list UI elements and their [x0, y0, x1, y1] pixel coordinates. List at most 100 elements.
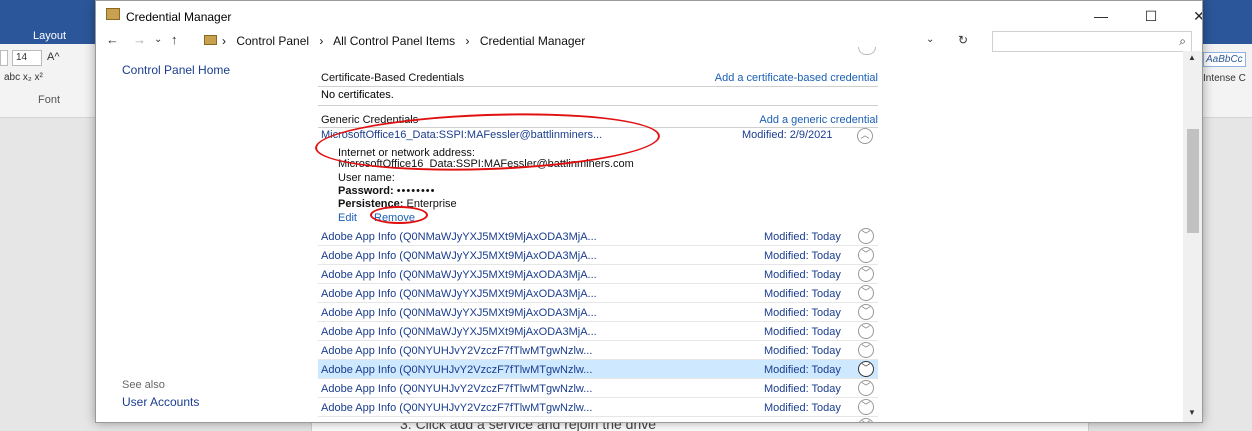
credential-row[interactable]: Adobe App Info (Q0NMaWJyYXJ5MXt9MjAxODA3… [318, 284, 878, 303]
credentials-pane: Certificate-Based Credentials Add a cert… [318, 47, 883, 422]
control-panel-home-link[interactable]: Control Panel Home [122, 63, 230, 77]
breadcrumb-separator: › [222, 34, 226, 48]
username-label: User name: [338, 172, 395, 184]
close-button[interactable]: ✕ [1179, 3, 1202, 29]
control-panel-icon [106, 8, 120, 20]
credential-manager-window: Credential Manager — ☐ ✕ ← → ⌄ ↑ › Contr… [95, 0, 1203, 423]
expand-chevron-icon[interactable]: ﹀ [858, 361, 874, 377]
breadcrumb-all-items[interactable]: All Control Panel Items [333, 34, 455, 48]
persistence-value: Enterprise [406, 198, 457, 210]
breadcrumb-control-panel[interactable]: Control Panel [236, 34, 309, 48]
refresh-icon[interactable]: ↻ [958, 33, 968, 47]
window-title: Credential Manager [126, 10, 232, 24]
maximize-button[interactable]: ☐ [1131, 3, 1171, 29]
credential-name[interactable]: Adobe App Info (Q0NMaWJyYXJ5MXt9MjAxODA3… [321, 326, 597, 338]
expand-chevron-icon[interactable]: ﹀ [858, 342, 874, 358]
up-arrow-icon[interactable]: ↑ [171, 32, 178, 47]
address-path[interactable]: › Control Panel › All Control Panel Item… [200, 31, 943, 51]
credential-list: Adobe App Info (Q0NMaWJyYXJ5MXt9MjAxODA3… [318, 227, 878, 422]
expand-chevron-icon[interactable]: ﹀ [858, 418, 874, 422]
credential-row[interactable]: Adobe App Info (Q0NMaWJyYXJ5MXt9MjAxODA3… [318, 265, 878, 284]
credential-modified: Modified: Today [764, 250, 841, 262]
expand-chevron-icon[interactable]: ﹀ [858, 266, 874, 282]
user-accounts-link[interactable]: User Accounts [122, 395, 199, 409]
password-row: Password: •••••••• [338, 185, 436, 197]
credential-name[interactable]: Adobe App Info (Q0NYUHJvY2VzczF7fTlwMTgw… [321, 402, 592, 414]
credential-modified: Modified: Today [764, 383, 841, 395]
expanded-credential-name[interactable]: MicrosoftOffice16_Data:SSPI:MAFessler@ba… [321, 129, 602, 141]
add-certificate-credential-link[interactable]: Add a certificate-based credential [715, 72, 878, 84]
credential-modified: Modified: Today [764, 364, 841, 376]
credential-row[interactable]: Adobe App Info (Q0NMaWJyYXJ5MXt9MjAxODA3… [318, 303, 878, 322]
credential-name[interactable]: Adobe App Info (Q0NMaWJyYXJ5MXt9MjAxODA3… [321, 231, 597, 243]
grow-font-icon[interactable]: A^ [47, 51, 60, 63]
address-dropdown-icon[interactable]: ⌄ [926, 34, 934, 45]
minimize-button[interactable]: — [1081, 3, 1121, 29]
credential-name[interactable]: Adobe App Info (Q0NYUHJvY2VzczF7fTlwMTgw… [321, 383, 592, 395]
credential-modified: Modified: Today [764, 269, 841, 281]
credential-row[interactable]: Adobe App Info (Q0NYUHJvY2VzczF7fTlwMTgw… [318, 341, 878, 360]
font-name-box[interactable] [0, 50, 8, 66]
expand-chevron-icon[interactable]: ﹀ [858, 228, 874, 244]
expand-chevron-icon[interactable]: ﹀ [858, 380, 874, 396]
styles-gallery[interactable]: AaBbCc Intense C [1203, 52, 1246, 84]
title-bar: Credential Manager — ☐ ✕ [96, 1, 1202, 31]
credential-name[interactable]: Adobe App Info (Q0NYUHJvY2VzczF7fTlwMTgw… [321, 345, 592, 357]
generic-credentials-heading: Generic Credentials [321, 114, 419, 126]
folder-icon [204, 35, 217, 45]
scrollbar-thumb[interactable] [1187, 129, 1199, 233]
breadcrumb-credential-manager[interactable]: Credential Manager [480, 34, 585, 48]
expand-chevron-icon[interactable]: ﹀ [858, 323, 874, 339]
style-intense[interactable]: Intense C [1203, 73, 1246, 84]
search-icon[interactable]: ⌕ [1179, 34, 1186, 49]
address-value: MicrosoftOffice16_Data:SSPI:MAFessler@ba… [338, 158, 634, 170]
left-pane: Control Panel Home See also User Account… [96, 51, 301, 422]
style-normal[interactable]: AaBbCc [1203, 52, 1246, 67]
credential-modified: Modified: Today [764, 421, 841, 422]
font-group-label: Font [38, 94, 61, 106]
persistence-row: Persistence: Enterprise [338, 198, 457, 210]
credential-row[interactable]: Adobe App Info (Q0NYUHJvY2VzczF7fTlwMTgw… [318, 379, 878, 398]
credential-modified: Modified: Today [764, 288, 841, 300]
breadcrumb-separator: › [319, 34, 324, 48]
credential-row[interactable]: Adobe App Info (Q0NYUHJvY2VzczF7fTlwMTgw… [318, 398, 878, 417]
credential-name[interactable]: Adobe App Info (Q0NMaWJyYXJ5MXt9MjAxODA3… [321, 269, 597, 281]
breadcrumb: › Control Panel › All Control Panel Item… [222, 34, 592, 48]
see-also-label: See also [122, 379, 165, 391]
scroll-up-icon[interactable]: ▲ [1188, 53, 1196, 62]
back-arrow-icon[interactable]: ← [106, 32, 119, 47]
address-bar: ← → ⌄ ↑ › Control Panel › All Control Pa… [96, 31, 1202, 52]
credential-name[interactable]: Adobe App Info (Q0NMaWJyYXJ5MXt9MjAxODA3… [321, 250, 597, 262]
font-size-box[interactable]: 14 [12, 50, 42, 66]
certificate-credentials-heading: Certificate-Based Credentials [321, 72, 465, 84]
collapse-chevron-icon[interactable]: ︿ [857, 128, 873, 144]
format-buttons[interactable]: abc x₂ x² [4, 72, 43, 83]
credential-modified: Modified: Today [764, 345, 841, 357]
divider [318, 86, 878, 87]
expand-chevron-icon[interactable]: ﹀ [858, 399, 874, 415]
credential-row[interactable]: Adobe App Info (Q0NMaWJyYXJ5MXt9MjAxODA3… [318, 246, 878, 265]
expand-chevron-icon[interactable]: ﹀ [858, 247, 874, 263]
vertical-scrollbar[interactable]: ▲ ▼ [1183, 51, 1202, 422]
credential-name[interactable]: Adobe App Info (Q0NYUHJvY2VzczF7fTlwMTgw… [321, 421, 592, 422]
recent-locations-icon[interactable]: ⌄ [154, 34, 162, 45]
credential-modified: Modified: Today [764, 402, 841, 414]
word-tab-layout[interactable]: Layout [33, 30, 66, 42]
search-input[interactable]: ⌕ [992, 31, 1192, 52]
forward-arrow-icon[interactable]: → [133, 32, 146, 47]
expand-chevron-icon[interactable]: ﹀ [858, 304, 874, 320]
credential-row[interactable]: Adobe App Info (Q0NMaWJyYXJ5MXt9MjAxODA3… [318, 227, 878, 246]
credential-row[interactable]: Adobe App Info (Q0NYUHJvY2VzczF7fTlwMTgw… [318, 360, 878, 379]
add-generic-credential-link[interactable]: Add a generic credential [759, 114, 878, 126]
scroll-down-icon[interactable]: ▼ [1188, 408, 1196, 417]
edit-link[interactable]: Edit [338, 212, 357, 224]
expanded-credential-modified: Modified: 2/9/2021 [742, 129, 833, 141]
credential-row[interactable]: Adobe App Info (Q0NMaWJyYXJ5MXt9MjAxODA3… [318, 322, 878, 341]
credential-name[interactable]: Adobe App Info (Q0NYUHJvY2VzczF7fTlwMTgw… [321, 364, 592, 376]
password-value: •••••••• [396, 185, 436, 197]
expand-chevron-icon[interactable]: ﹀ [858, 285, 874, 301]
credential-name[interactable]: Adobe App Info (Q0NMaWJyYXJ5MXt9MjAxODA3… [321, 307, 597, 319]
credential-name[interactable]: Adobe App Info (Q0NMaWJyYXJ5MXt9MjAxODA3… [321, 288, 597, 300]
remove-link[interactable]: Remove [374, 212, 415, 224]
credential-row[interactable]: Adobe App Info (Q0NYUHJvY2VzczF7fTlwMTgw… [318, 417, 878, 422]
